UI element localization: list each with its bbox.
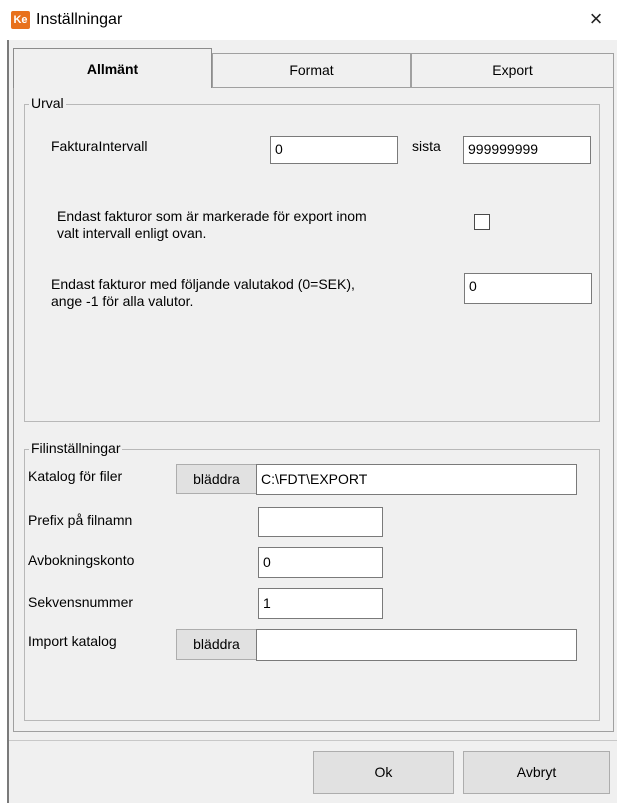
import-browse-button[interactable]: bläddra: [176, 629, 257, 660]
sekvensnummer-label: Sekvensnummer: [28, 594, 134, 610]
tab-allmant[interactable]: Allmänt: [13, 48, 212, 88]
import-katalog-input[interactable]: [256, 629, 577, 661]
button-separator: [9, 740, 617, 741]
faktura-to-input[interactable]: 999999999: [463, 136, 591, 164]
katalog-browse-button[interactable]: bläddra: [176, 464, 257, 494]
window-title: Inställningar: [36, 11, 123, 28]
faktura-from-input[interactable]: 0: [270, 136, 398, 164]
cancel-button[interactable]: Avbryt: [463, 751, 610, 794]
avbokning-input[interactable]: 0: [258, 547, 383, 578]
tab-export[interactable]: Export: [411, 53, 614, 87]
import-katalog-label: Import katalog: [28, 633, 117, 649]
filinstallningar-legend: Filinställningar: [29, 440, 123, 456]
sekvensnummer-input[interactable]: 1: [258, 588, 383, 619]
endast-export-label-line2: valt intervall enligt ovan.: [57, 225, 207, 241]
katalog-label: Katalog för filer: [28, 468, 123, 484]
endast-export-checkbox[interactable]: [474, 214, 490, 230]
faktura-intervall-label: FakturaIntervall: [51, 138, 148, 154]
prefix-label: Prefix på filnamn: [28, 512, 133, 528]
valuta-input[interactable]: 0: [464, 273, 592, 304]
endast-export-label-line1: Endast fakturor som är markerade för exp…: [57, 208, 367, 224]
katalog-input[interactable]: C:\FDT\EXPORT: [256, 464, 577, 495]
valuta-label-line2: ange -1 för alla valutor.: [51, 293, 194, 309]
ok-button[interactable]: Ok: [313, 751, 454, 794]
sista-label: sista: [412, 138, 441, 154]
close-icon[interactable]: ×: [584, 8, 608, 32]
title-bar: Ke Inställningar ×: [0, 0, 617, 40]
app-logo-icon: Ke: [11, 11, 30, 29]
urval-legend: Urval: [29, 95, 66, 111]
prefix-input[interactable]: [258, 507, 383, 537]
avbokning-label: Avbokningskonto: [28, 552, 135, 568]
valuta-label-line1: Endast fakturor med följande valutakod (…: [51, 276, 355, 292]
tab-format[interactable]: Format: [212, 53, 411, 87]
